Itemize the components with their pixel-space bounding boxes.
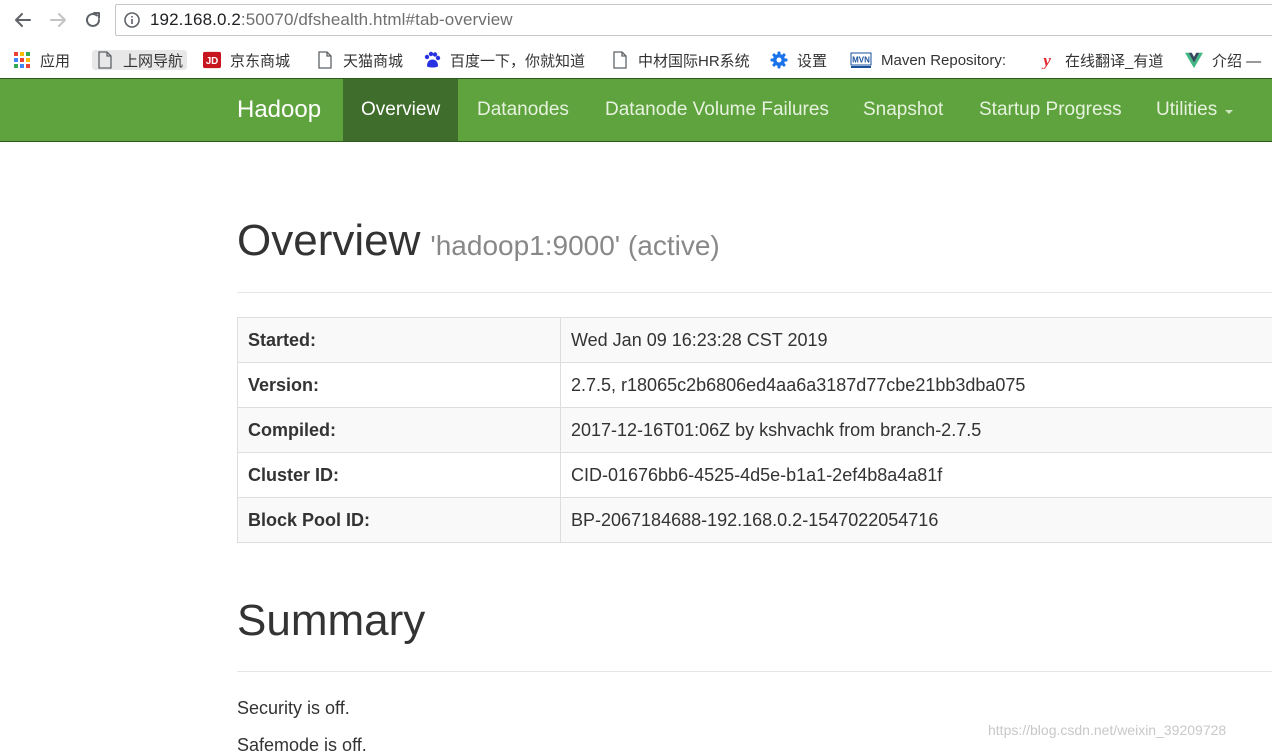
row-value-cluster-id: CID-01676bb6-4525-4d5e-b1a1-2ef4b8a4a81f xyxy=(561,453,1272,498)
address-bar[interactable]: 192.168.0.2:50070/dfshealth.html#tab-ove… xyxy=(115,4,1272,36)
bookmark-baidu[interactable]: 百度一下，你就知道 xyxy=(423,50,585,70)
namenode-subtitle: 'hadoop1:9000' (active) xyxy=(430,230,719,261)
nav-dropdown-utilities[interactable]: Utilities xyxy=(1156,79,1233,141)
safemode-status: Safemode is off. xyxy=(237,735,367,756)
table-row: Block Pool ID: BP-2067184688-192.168.0.2… xyxy=(238,498,1272,543)
row-key-compiled: Compiled: xyxy=(238,408,561,453)
row-value-started: Wed Jan 09 16:23:28 CST 2019 xyxy=(561,318,1272,363)
bookmark-maven[interactable]: MVN Maven Repository: xyxy=(850,50,1006,70)
info-icon[interactable] xyxy=(124,12,140,28)
page-icon xyxy=(316,51,334,69)
table-row: Compiled: 2017-12-16T01:06Z by kshvachk … xyxy=(238,408,1272,453)
bookmark-nav[interactable]: 上网导航 xyxy=(92,50,187,70)
bookmark-jd[interactable]: JD 京东商城 xyxy=(203,50,290,70)
apps-grid-icon xyxy=(13,51,31,69)
bookmark-tmall[interactable]: 天猫商城 xyxy=(316,50,403,70)
row-key-started: Started: xyxy=(238,318,561,363)
nav-tab-datanodes[interactable]: Datanodes xyxy=(477,79,569,141)
svg-text:JD: JD xyxy=(206,56,219,67)
arrow-left-icon xyxy=(13,10,33,30)
bookmark-label: Maven Repository: xyxy=(881,52,1006,69)
row-key-version: Version: xyxy=(238,363,561,408)
reload-icon xyxy=(83,10,103,30)
bookmark-settings[interactable]: 设置 xyxy=(770,50,827,70)
bookmark-label: 设置 xyxy=(797,50,827,71)
main-navbar: Hadoop Overview Datanodes Datanode Volum… xyxy=(0,78,1272,142)
bookmark-label: 百度一下，你就知道 xyxy=(450,50,585,71)
bookmark-label: 应用 xyxy=(40,50,70,71)
bookmark-label: 京东商城 xyxy=(230,50,290,71)
mvn-logo-icon: MVN xyxy=(850,51,872,69)
summary-header: Summary xyxy=(237,596,1272,672)
row-value-version: 2.7.5, r18065c2b6806ed4aa6a3187d77cbe21b… xyxy=(561,363,1272,408)
bookmark-label: 介绍 — xyxy=(1212,50,1261,71)
nav-tab-overview[interactable]: Overview xyxy=(343,79,458,141)
bookmark-hr[interactable]: 中材国际HR系统 xyxy=(611,50,750,70)
url-text[interactable]: 192.168.0.2:50070/dfshealth.html#tab-ove… xyxy=(150,10,513,30)
bookmarks-bar: 应用 上网导航 JD 京东商城 天猫商城 百度一下，你就知道 中材国际HR系统 xyxy=(0,40,1272,78)
forward-button[interactable] xyxy=(44,6,72,34)
overview-table: Started: Wed Jan 09 16:23:28 CST 2019 Ve… xyxy=(237,317,1272,543)
back-button[interactable] xyxy=(9,6,37,34)
bookmark-youdao[interactable]: y 在线翻译_有道 xyxy=(1038,50,1163,70)
bookmark-label: 中材国际HR系统 xyxy=(638,50,750,71)
row-value-block-pool-id: BP-2067184688-192.168.0.2-1547022054716 xyxy=(561,498,1272,543)
bookmark-label: 天猫商城 xyxy=(343,50,403,71)
row-key-block-pool-id: Block Pool ID: xyxy=(238,498,561,543)
bookmark-label: 上网导航 xyxy=(123,50,183,71)
url-path: :50070/dfshealth.html#tab-overview xyxy=(241,10,513,29)
nav-tab-snapshot[interactable]: Snapshot xyxy=(863,79,943,141)
navbar-brand[interactable]: Hadoop xyxy=(237,96,321,124)
summary-title: Summary xyxy=(237,596,1272,646)
table-row: Version: 2.7.5, r18065c2b6806ed4aa6a3187… xyxy=(238,363,1272,408)
caret-down-icon xyxy=(1225,110,1233,114)
table-row: Started: Wed Jan 09 16:23:28 CST 2019 xyxy=(238,318,1272,363)
bookmark-apps[interactable]: 应用 xyxy=(13,50,70,70)
nav-tab-startup-progress[interactable]: Startup Progress xyxy=(979,79,1122,141)
page-title: Overview xyxy=(237,216,420,265)
svg-text:y: y xyxy=(1041,51,1051,69)
bookmark-label: 在线翻译_有道 xyxy=(1065,50,1163,71)
svg-text:MVN: MVN xyxy=(852,56,870,65)
jd-logo-icon: JD xyxy=(203,51,221,69)
url-host: 192.168.0.2 xyxy=(150,10,241,29)
watermark-text: https://blog.csdn.net/weixin_39209728 xyxy=(988,722,1226,738)
overview-header: Overview 'hadoop1:9000' (active) xyxy=(237,216,1272,293)
bookmark-vue[interactable]: 介绍 — xyxy=(1185,50,1261,70)
nav-dropdown-label: Utilities xyxy=(1156,99,1217,121)
arrow-right-icon xyxy=(48,10,68,30)
vue-logo-icon xyxy=(1185,51,1203,69)
row-value-compiled: 2017-12-16T01:06Z by kshvachk from branc… xyxy=(561,408,1272,453)
security-status: Security is off. xyxy=(237,698,350,719)
browser-toolbar: 192.168.0.2:50070/dfshealth.html#tab-ove… xyxy=(0,0,1272,40)
page-icon xyxy=(611,51,629,69)
reload-button[interactable] xyxy=(79,6,107,34)
youdao-logo-icon: y xyxy=(1038,51,1056,69)
gear-icon xyxy=(770,51,788,69)
page-icon xyxy=(96,51,114,69)
baidu-paw-icon xyxy=(423,51,441,69)
row-key-cluster-id: Cluster ID: xyxy=(238,453,561,498)
nav-tab-volume-failures[interactable]: Datanode Volume Failures xyxy=(605,79,829,141)
table-row: Cluster ID: CID-01676bb6-4525-4d5e-b1a1-… xyxy=(238,453,1272,498)
